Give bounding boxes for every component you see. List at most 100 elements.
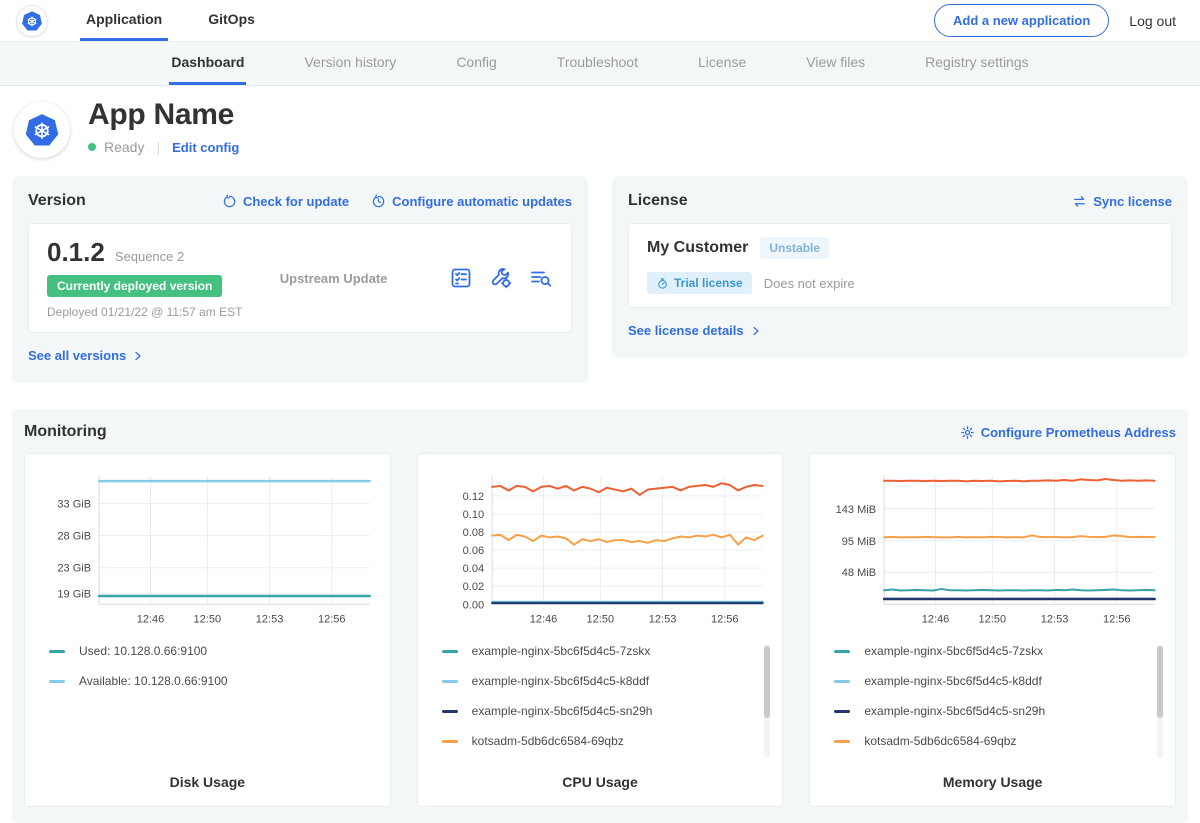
svg-text:12:56: 12:56 [1103, 613, 1131, 625]
svg-text:28 GiB: 28 GiB [57, 531, 91, 543]
edit-config-link[interactable]: Edit config [172, 140, 239, 155]
tab-dashboard[interactable]: Dashboard [169, 42, 246, 85]
legend-swatch [834, 710, 850, 713]
legend-label: example-nginx-5bc6f5d4c5-sn29h [472, 704, 653, 718]
kubernetes-logo-icon [24, 112, 60, 148]
legend-swatch [49, 650, 65, 653]
svg-text:19 GiB: 19 GiB [57, 588, 91, 600]
chart-legend: Used: 10.128.0.66:9100 Available: 10.128.… [37, 642, 378, 764]
svg-text:23 GiB: 23 GiB [57, 563, 91, 575]
see-license-details-link[interactable]: See license details [628, 323, 762, 338]
see-all-versions-link[interactable]: See all versions [28, 348, 144, 363]
legend-scrollbar-thumb[interactable] [1157, 646, 1163, 718]
deployed-timestamp: Deployed 01/21/22 @ 11:57 am EST [47, 305, 280, 319]
tab-view-files[interactable]: View files [804, 42, 867, 85]
memory-usage-chart: 12:4612:5012:5312:56143 MiB95 MiB48 MiB [822, 468, 1163, 628]
charts-row: 12:46 12:50 12:53 12:56 33 GiB 28 GiB 23 GiB 19… [24, 453, 1176, 807]
legend-label: example-nginx-5bc6f5d4c5-7zskx [472, 644, 651, 658]
chart-title: Disk Usage [37, 774, 378, 790]
tab-config[interactable]: Config [454, 42, 498, 85]
legend-swatch [834, 740, 850, 743]
legend-item: kotsadm-5db6dc6584-69qbz [442, 734, 757, 748]
legend-label: kotsadm-5db6dc6584-69qbz [472, 734, 624, 748]
legend-item: example-nginx-5bc6f5d4c5-k8ddf [834, 674, 1149, 688]
svg-text:0.12: 0.12 [462, 491, 483, 503]
legend-item: example-nginx-5bc6f5d4c5-sn29h [834, 704, 1149, 718]
chart-card: 12:4612:5012:5312:5633 GiB28 GiB23 GiB19… [24, 453, 391, 807]
license-detail-card: My Customer Unstable Trial license Does … [628, 223, 1172, 308]
topnav-item-application[interactable]: Application [80, 0, 168, 41]
schedule-update-icon [371, 194, 386, 209]
legend-scrollbar[interactable] [764, 644, 770, 758]
chevron-right-icon [750, 325, 762, 337]
monitoring-title: Monitoring [24, 423, 107, 441]
svg-text:12:56: 12:56 [711, 613, 739, 625]
tab-version-history[interactable]: Version history [302, 42, 398, 85]
status-dot [88, 143, 96, 151]
svg-text:12:50: 12:50 [194, 613, 222, 625]
svg-text:0.02: 0.02 [462, 581, 483, 593]
legend-label: kotsadm-5db6dc6584-69qbz [864, 734, 1016, 748]
svg-text:12:46: 12:46 [137, 613, 165, 625]
chart-card: 12:4612:5012:5312:560.120.100.080.060.04… [417, 453, 784, 807]
svg-text:0.08: 0.08 [462, 527, 483, 539]
version-sequence: Sequence 2 [115, 249, 184, 264]
chart-legend: example-nginx-5bc6f5d4c5-7zskx example-ng… [430, 642, 771, 764]
add-application-button[interactable]: Add a new application [934, 4, 1109, 37]
version-title: Version [28, 192, 86, 210]
svg-text:12:53: 12:53 [256, 613, 284, 625]
kubernetes-logo-badge[interactable] [16, 5, 48, 37]
license-expiry: Does not expire [764, 276, 855, 291]
customer-name: My Customer [647, 239, 748, 257]
refresh-icon [222, 194, 237, 209]
sync-license-link[interactable]: Sync license [1072, 194, 1172, 209]
legend-item: Used: 10.128.0.66:9100 [49, 644, 364, 658]
topnav-item-gitops[interactable]: GitOps [202, 0, 261, 41]
legend-label: Available: 10.128.0.66:9100 [79, 674, 228, 688]
disk-usage-chart: 12:4612:5012:5312:5633 GiB28 GiB23 GiB19… [37, 468, 378, 628]
sync-arrows-icon [1072, 194, 1087, 209]
svg-text:12:46: 12:46 [922, 613, 950, 625]
legend-label: Used: 10.128.0.66:9100 [79, 644, 207, 658]
configure-prometheus-link[interactable]: Configure Prometheus Address [960, 425, 1176, 440]
chart-legend: example-nginx-5bc6f5d4c5-7zskxexample-ng… [822, 642, 1163, 764]
legend-item: Available: 10.128.0.66:9100 [49, 674, 364, 688]
status-badge: Ready [104, 139, 144, 155]
logout-button[interactable]: Log out [1129, 13, 1176, 29]
legend-label: example-nginx-5bc6f5d4c5-k8ddf [864, 674, 1041, 688]
svg-text:48 MiB: 48 MiB [842, 567, 876, 579]
configure-automatic-updates-link[interactable]: Configure automatic updates [371, 194, 572, 209]
svg-text:33 GiB: 33 GiB [57, 499, 91, 511]
current-version-card: 0.1.2 Sequence 2 Currently deployed vers… [28, 223, 572, 333]
version-number: 0.1.2 [47, 237, 105, 268]
app-sub-nav: Dashboard Version history Config Trouble… [0, 42, 1200, 86]
tab-troubleshoot[interactable]: Troubleshoot [555, 42, 640, 85]
chevron-right-icon [132, 350, 144, 362]
svg-text:12:50: 12:50 [979, 613, 1007, 625]
topnav-right: Add a new application Log out [934, 0, 1176, 41]
cards-row: Version Check for update Configure autom… [0, 176, 1200, 383]
tab-license[interactable]: License [696, 42, 748, 85]
config-wrench-icon[interactable] [489, 266, 513, 290]
kubernetes-logo-icon [21, 10, 43, 32]
tab-registry-settings[interactable]: Registry settings [923, 42, 1030, 85]
preflight-checks-icon[interactable] [449, 266, 473, 290]
monitoring-section: Monitoring Configure Prometheus Address … [12, 409, 1188, 823]
svg-text:95 MiB: 95 MiB [842, 536, 876, 548]
legend-scrollbar-thumb[interactable] [764, 646, 770, 718]
legend-swatch [442, 740, 458, 743]
check-for-update-link[interactable]: Check for update [222, 194, 349, 209]
svg-text:0.06: 0.06 [462, 545, 483, 557]
version-card: Version Check for update Configure autom… [12, 176, 588, 383]
svg-text:12:46: 12:46 [529, 613, 557, 625]
trial-license-badge: Trial license [647, 272, 752, 294]
view-logs-icon[interactable] [529, 266, 553, 290]
svg-text:0.10: 0.10 [462, 509, 483, 521]
chart-card: 12:4612:5012:5312:56143 MiB95 MiB48 MiB … [809, 453, 1176, 807]
brand [16, 0, 48, 41]
chart-title: CPU Usage [430, 774, 771, 790]
legend-label: example-nginx-5bc6f5d4c5-sn29h [864, 704, 1045, 718]
version-source: Upstream Update [280, 271, 449, 286]
svg-text:12:53: 12:53 [1041, 613, 1069, 625]
legend-scrollbar[interactable] [1157, 644, 1163, 758]
